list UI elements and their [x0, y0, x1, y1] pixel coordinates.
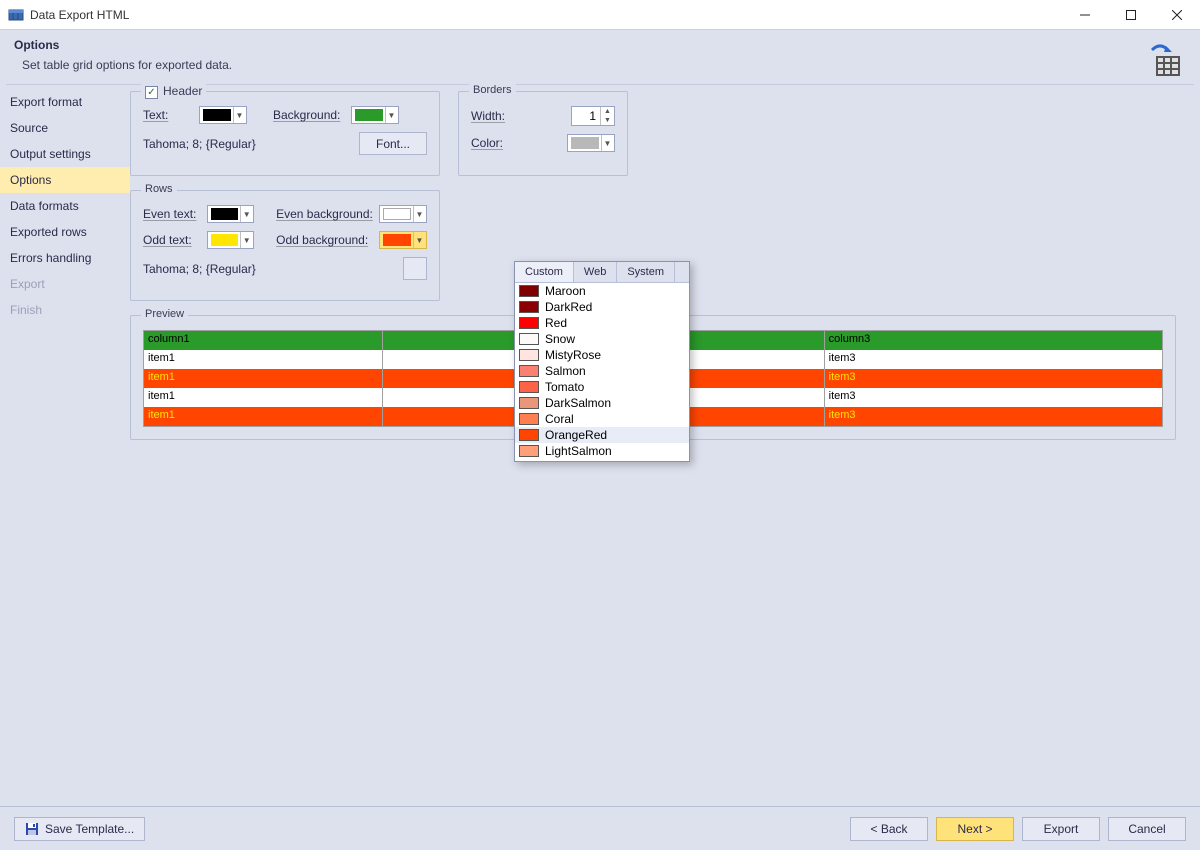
rows-legend: Rows: [141, 183, 177, 195]
header-bg-label: Background:: [273, 108, 345, 122]
preview-cell: item3: [825, 388, 1162, 407]
border-color-label: Color:: [471, 136, 519, 150]
rows-group: Rows Even text: ▼ Even background: ▼ Odd…: [130, 190, 440, 301]
sidebar-item-export-format[interactable]: Export format: [0, 89, 130, 115]
color-picker-popup: CustomWebSystem MaroonDarkRedRedSnowMist…: [514, 261, 690, 462]
preview-legend: Preview: [141, 308, 188, 320]
save-template-button[interactable]: Save Template...: [14, 817, 145, 841]
header-bg-color[interactable]: ▼: [351, 106, 399, 124]
rows-font-button-partial[interactable]: [403, 257, 427, 280]
sidebar-item-data-formats[interactable]: Data formats: [0, 193, 130, 219]
borders-group: Borders Width: ▲▼ Color: ▼: [458, 91, 628, 176]
color-item-darksalmon[interactable]: DarkSalmon: [515, 395, 689, 411]
color-item-salmon[interactable]: Salmon: [515, 363, 689, 379]
sidebar-item-finish: Finish: [0, 297, 130, 323]
odd-bg-label: Odd background:: [276, 233, 373, 247]
titlebar: Data Export HTML: [0, 0, 1200, 30]
border-width-spinner[interactable]: ▲▼: [571, 106, 615, 126]
header-text-color[interactable]: ▼: [199, 106, 247, 124]
next-button[interactable]: Next >: [936, 817, 1014, 841]
sidebar-item-options[interactable]: Options: [0, 167, 130, 193]
preview-cell: item1: [144, 388, 383, 407]
border-color[interactable]: ▼: [567, 134, 615, 152]
sidebar-item-errors-handling[interactable]: Errors handling: [0, 245, 130, 271]
preview-cell: item3: [825, 350, 1162, 369]
page-title: Options: [14, 38, 1186, 52]
color-item-tomato[interactable]: Tomato: [515, 379, 689, 395]
content: ✓Header Text: ▼ Background: ▼ Tahoma; 8;…: [130, 85, 1200, 815]
color-item-orangered[interactable]: OrangeRed: [515, 427, 689, 443]
odd-text-label: Odd text:: [143, 233, 201, 247]
sidebar-item-exported-rows[interactable]: Exported rows: [0, 219, 130, 245]
header-font-desc: Tahoma; 8; {Regular}: [143, 137, 353, 151]
color-picker-tabs: CustomWebSystem: [515, 262, 689, 283]
color-item-sienna[interactable]: Sienna: [515, 459, 689, 461]
border-width-label: Width:: [471, 109, 519, 123]
even-text-color[interactable]: ▼: [207, 205, 255, 223]
even-text-label: Even text:: [143, 207, 201, 221]
color-tab-web[interactable]: Web: [574, 262, 617, 282]
color-item-coral[interactable]: Coral: [515, 411, 689, 427]
preview-cell: item1: [144, 350, 383, 369]
color-tab-custom[interactable]: Custom: [515, 262, 574, 282]
page-subtitle: Set table grid options for exported data…: [14, 58, 1186, 72]
color-item-snow[interactable]: Snow: [515, 331, 689, 347]
borders-legend: Borders: [469, 84, 516, 96]
header-text-label: Text:: [143, 108, 193, 122]
even-bg-color[interactable]: ▼: [379, 205, 427, 223]
odd-text-color[interactable]: ▼: [207, 231, 255, 249]
preview-cell: item1: [144, 369, 383, 388]
color-item-maroon[interactable]: Maroon: [515, 283, 689, 299]
footer: Save Template... < Back Next > Export Ca…: [0, 806, 1200, 850]
sidebar-item-source[interactable]: Source: [0, 115, 130, 141]
maximize-button[interactable]: [1108, 0, 1154, 30]
preview-cell: item1: [144, 407, 383, 426]
color-item-mistyrose[interactable]: MistyRose: [515, 347, 689, 363]
odd-bg-color[interactable]: ▼: [379, 231, 427, 249]
color-item-darkred[interactable]: DarkRed: [515, 299, 689, 315]
app-icon: [8, 7, 24, 23]
color-item-red[interactable]: Red: [515, 315, 689, 331]
header-checkbox[interactable]: ✓: [145, 86, 158, 99]
header-group: ✓Header Text: ▼ Background: ▼ Tahoma; 8;…: [130, 91, 440, 176]
header-legend: ✓Header: [141, 84, 206, 99]
minimize-button[interactable]: [1062, 0, 1108, 30]
sidebar: Export formatSourceOutput settingsOption…: [0, 85, 130, 815]
color-item-lightsalmon[interactable]: LightSalmon: [515, 443, 689, 459]
page-header: Options Set table grid options for expor…: [0, 30, 1200, 84]
close-button[interactable]: [1154, 0, 1200, 30]
preview-header-cell: column1: [144, 331, 383, 350]
disk-icon: [25, 822, 39, 836]
header-font-button[interactable]: Font...: [359, 132, 427, 155]
even-bg-label: Even background:: [276, 207, 373, 221]
window-title: Data Export HTML: [30, 8, 1062, 22]
sidebar-item-output-settings[interactable]: Output settings: [0, 141, 130, 167]
preview-cell: item3: [825, 407, 1162, 426]
rows-font-desc: Tahoma; 8; {Regular}: [143, 262, 397, 276]
cancel-button[interactable]: Cancel: [1108, 817, 1186, 841]
sidebar-item-export: Export: [0, 271, 130, 297]
export-button[interactable]: Export: [1022, 817, 1100, 841]
export-grid-icon: [1146, 44, 1182, 80]
color-picker-list[interactable]: MaroonDarkRedRedSnowMistyRoseSalmonTomat…: [515, 283, 689, 461]
preview-header-cell: column3: [825, 331, 1162, 350]
back-button[interactable]: < Back: [850, 817, 928, 841]
color-tab-system[interactable]: System: [617, 262, 675, 282]
preview-cell: item3: [825, 369, 1162, 388]
